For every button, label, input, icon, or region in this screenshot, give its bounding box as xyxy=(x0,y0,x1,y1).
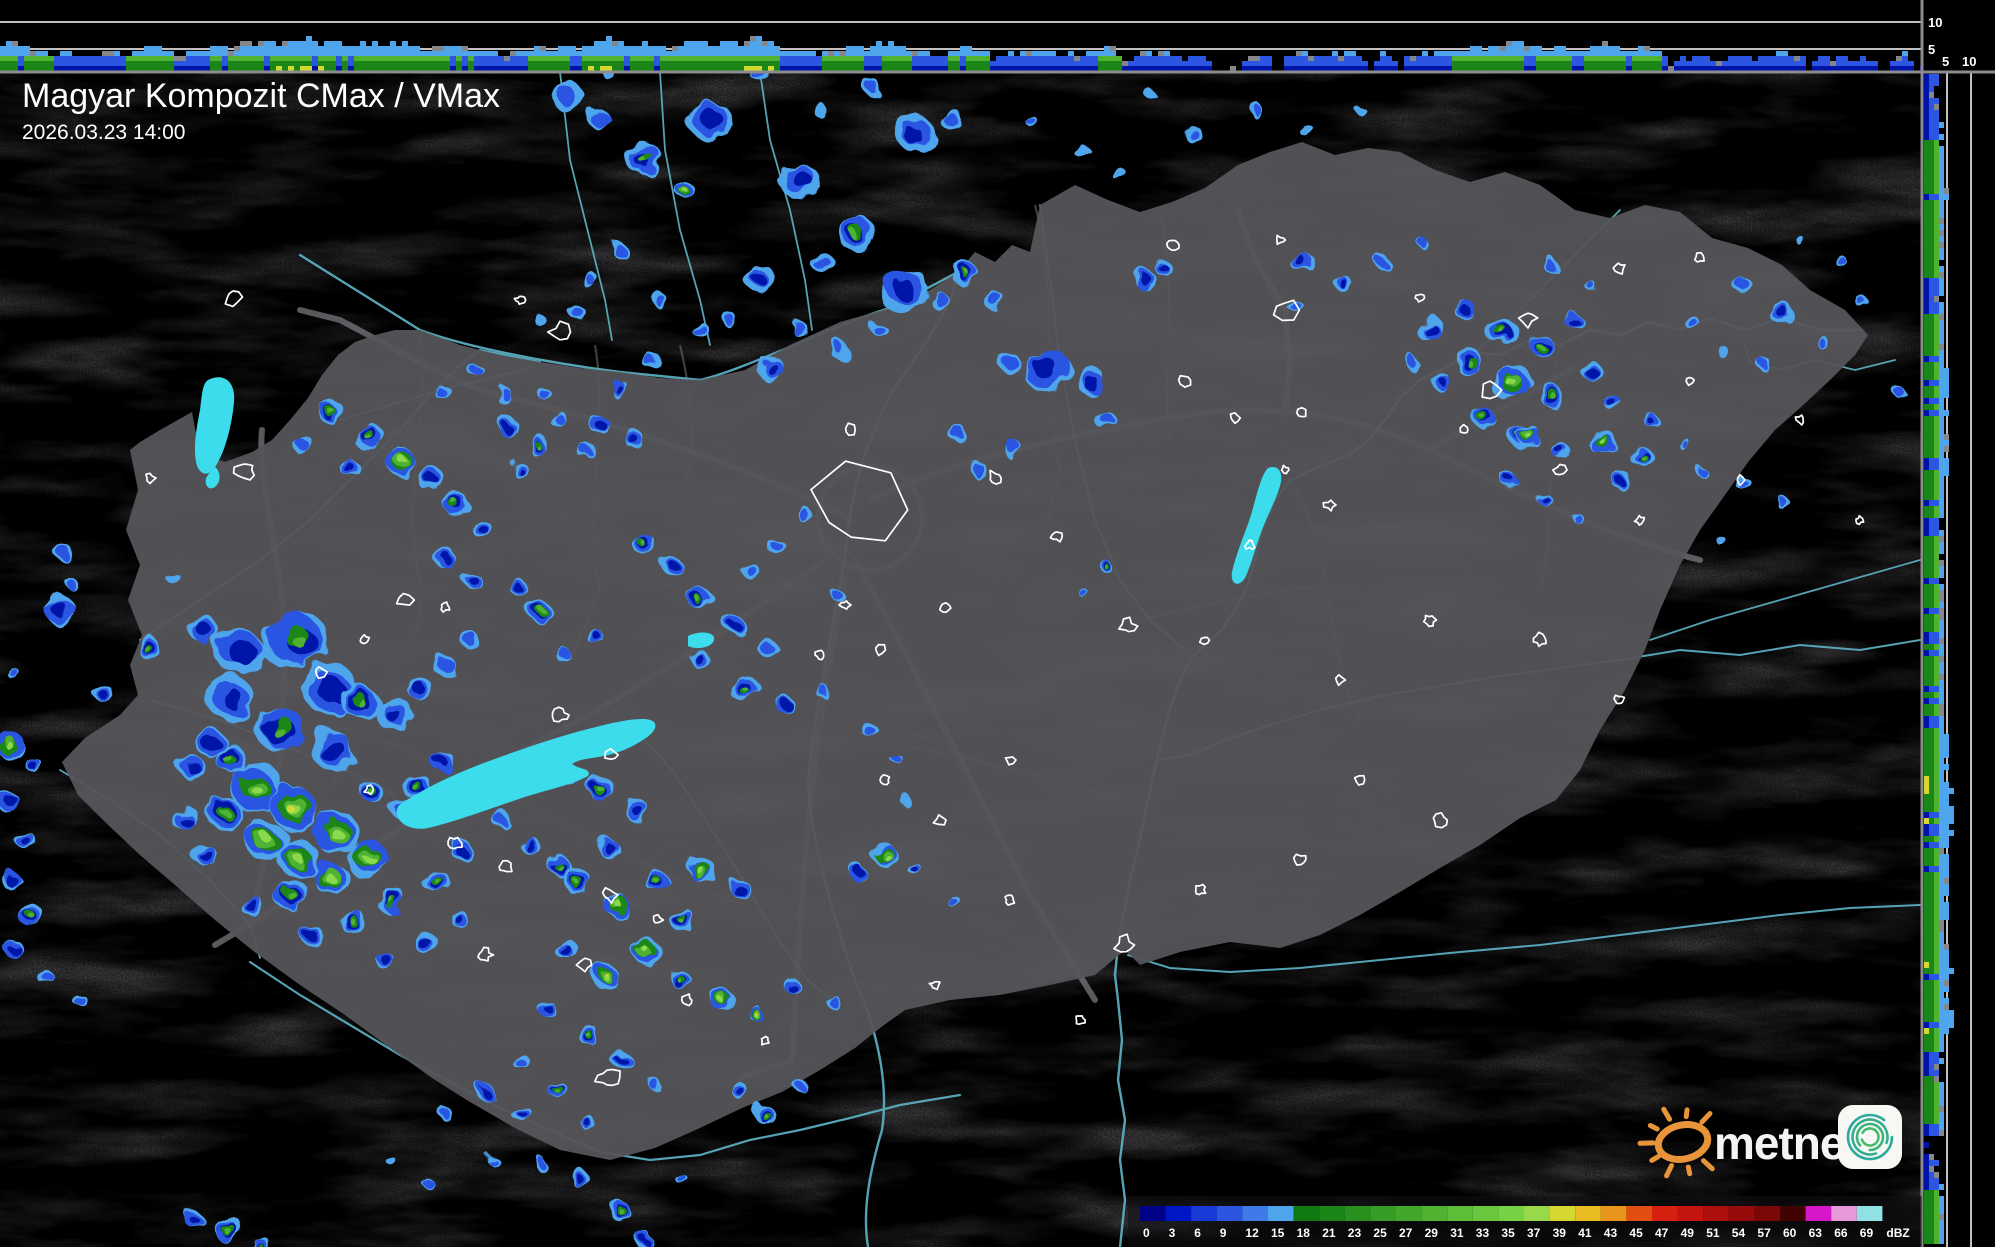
legend-tick-label: 29 xyxy=(1425,1226,1439,1240)
top-height-profile xyxy=(0,0,1922,71)
legend-cell xyxy=(1344,1206,1371,1221)
legend-tick-label: 27 xyxy=(1399,1226,1413,1240)
legend-cell xyxy=(1856,1206,1883,1221)
legend-cell xyxy=(1524,1206,1550,1221)
legend-tick-label: 31 xyxy=(1450,1226,1464,1240)
legend-cell xyxy=(1140,1206,1166,1221)
legend-tick-label: 66 xyxy=(1834,1226,1848,1240)
legend-cell xyxy=(1165,1206,1192,1221)
corner-background xyxy=(1922,0,1995,72)
legend-tick-label: 6 xyxy=(1194,1226,1201,1240)
legend-cell xyxy=(1191,1206,1217,1221)
legend-tick-label: 51 xyxy=(1706,1226,1720,1240)
legend-cell xyxy=(1396,1206,1422,1221)
legend-cell xyxy=(1703,1206,1729,1221)
profile-axis-corner: 10 5 5 10 xyxy=(1922,0,1995,72)
legend-cell xyxy=(1728,1206,1755,1221)
legend-cell xyxy=(1447,1206,1473,1221)
legend-tick-label: 18 xyxy=(1297,1226,1311,1240)
top-axis-10km-label: 10 xyxy=(1928,15,1942,30)
right-height-profile xyxy=(1924,72,1995,1247)
legend-cell xyxy=(1216,1206,1243,1221)
legend-cell xyxy=(1575,1206,1601,1221)
right-axis-5km-label: 5 xyxy=(1942,54,1949,69)
legend-cell xyxy=(1652,1206,1678,1221)
legend-tick-label: 43 xyxy=(1604,1226,1618,1240)
right-axis-10km-label: 10 xyxy=(1962,54,1976,69)
legend-cell xyxy=(1754,1206,1780,1221)
legend-unit-label: dBZ xyxy=(1886,1226,1909,1240)
legend-cell xyxy=(1626,1206,1652,1221)
radar-viewer: 10 5 5 10 Magyar Kompozit CMax / VMax 20… xyxy=(0,0,1995,1247)
page-title: Magyar Kompozit CMax / VMax xyxy=(22,77,500,115)
legend-cell xyxy=(1498,1206,1524,1221)
legend-cell xyxy=(1600,1206,1627,1221)
legend-color-cells xyxy=(1140,1206,1883,1221)
legend-tick-labels: 0 3 6 9 12 15 18 21 23 25 27 29 31 33 35 37 39 41 43 45 47 49… xyxy=(1143,1226,1910,1240)
legend-tick-label: 63 xyxy=(1809,1226,1823,1240)
legend-tick-label: 33 xyxy=(1476,1226,1490,1240)
legend-cell xyxy=(1293,1206,1320,1221)
legend-tick-label: 37 xyxy=(1527,1226,1541,1240)
legend-tick-label: 9 xyxy=(1220,1226,1227,1240)
legend-tick-label: 47 xyxy=(1655,1226,1669,1240)
legend-cell xyxy=(1549,1206,1576,1221)
metnet-wordmark: metnet xyxy=(1714,1117,1859,1169)
legend-tick-label: 0 xyxy=(1143,1226,1150,1240)
map-area xyxy=(0,72,1922,1247)
legend-tick-label: 60 xyxy=(1783,1226,1797,1240)
legend-tick-label: 54 xyxy=(1732,1226,1746,1240)
legend-tick-label: 57 xyxy=(1757,1226,1771,1240)
legend-tick-label: 3 xyxy=(1169,1226,1176,1240)
legend-tick-label: 69 xyxy=(1860,1226,1874,1240)
timestamp: 2026.03.23 14:00 xyxy=(22,121,186,144)
legend-cell xyxy=(1831,1206,1857,1221)
composite-radar-image: 10 5 5 10 Magyar Kompozit CMax / VMax 20… xyxy=(0,0,1995,1247)
legend-tick-label: 35 xyxy=(1501,1226,1515,1240)
legend-tick-label: 23 xyxy=(1348,1226,1362,1240)
legend-cell xyxy=(1472,1206,1499,1221)
legend-cell xyxy=(1242,1206,1268,1221)
legend-cell xyxy=(1805,1206,1832,1221)
legend-tick-label: 25 xyxy=(1373,1226,1387,1240)
legend-tick-label: 21 xyxy=(1322,1226,1336,1240)
legend-cell xyxy=(1370,1206,1396,1221)
metnet-app-icon xyxy=(1838,1105,1902,1169)
legend-cell xyxy=(1780,1206,1806,1221)
top-axis-5km-label: 5 xyxy=(1928,42,1935,57)
legend-cell xyxy=(1677,1206,1704,1221)
reflectivity-legend: 0 3 6 9 12 15 18 21 23 25 27 29 31 33 35 37 39 41 43 45 47 49… xyxy=(1128,1196,1922,1247)
legend-tick-label: 41 xyxy=(1578,1226,1592,1240)
legend-cell xyxy=(1268,1206,1294,1221)
legend-cell xyxy=(1319,1206,1345,1221)
legend-tick-label: 39 xyxy=(1553,1226,1567,1240)
legend-cell xyxy=(1421,1206,1448,1221)
legend-tick-label: 12 xyxy=(1245,1226,1259,1240)
legend-tick-label: 45 xyxy=(1629,1226,1643,1240)
legend-tick-label: 49 xyxy=(1681,1226,1695,1240)
legend-tick-label: 15 xyxy=(1271,1226,1285,1240)
